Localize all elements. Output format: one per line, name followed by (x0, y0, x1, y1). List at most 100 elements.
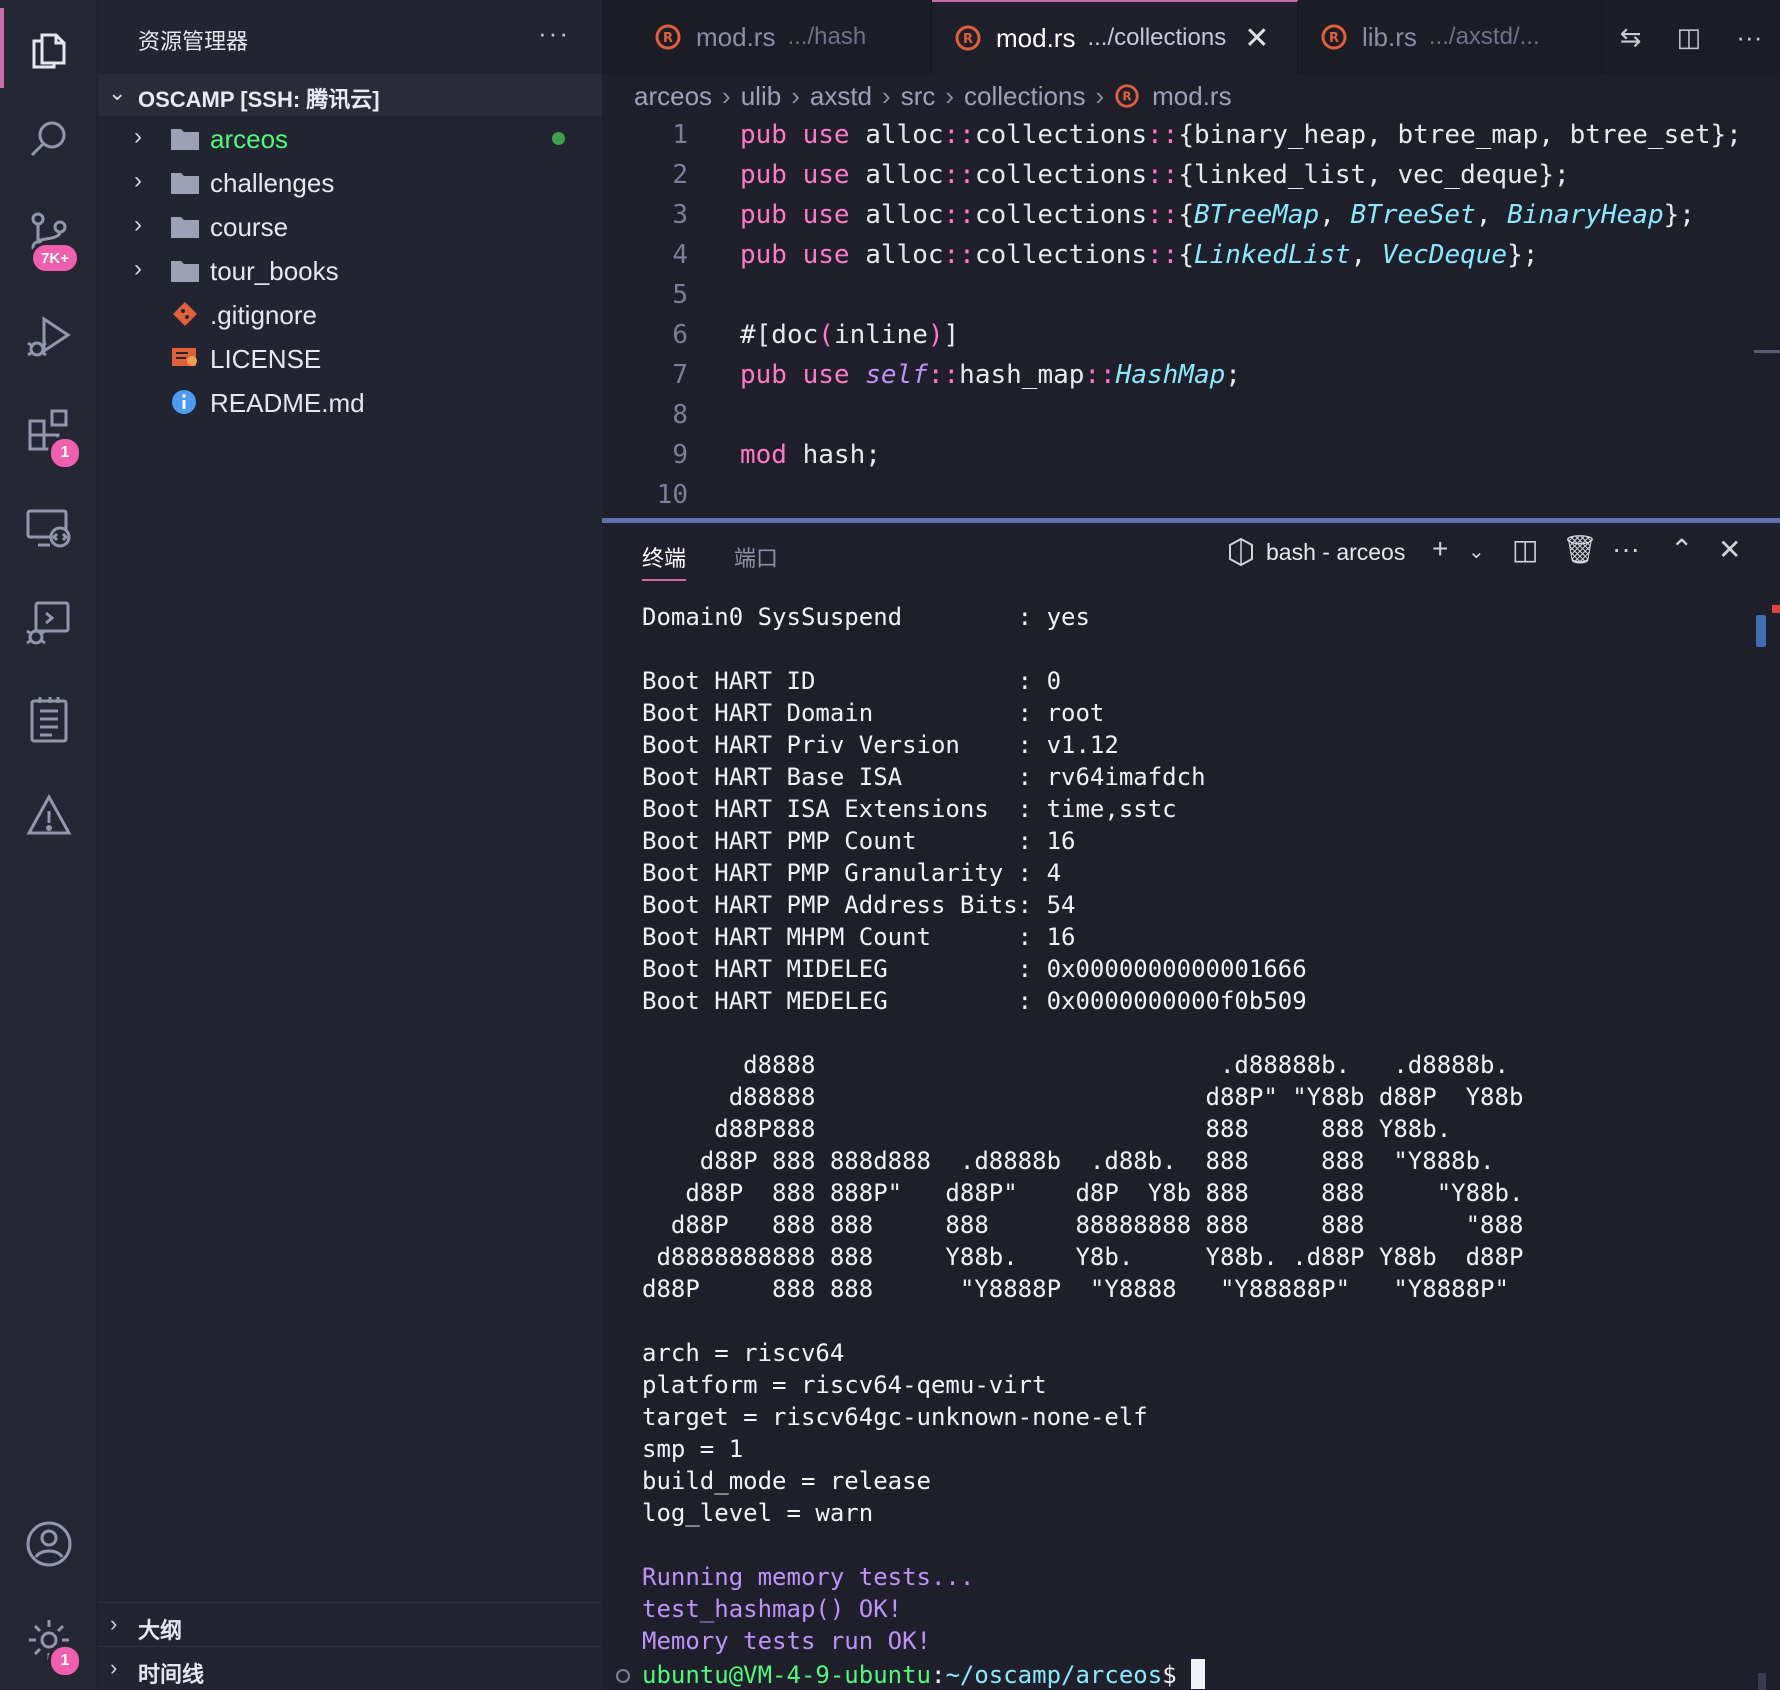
terminal-line: Boot HART PMP Granularity : 4 (642, 859, 1062, 887)
workspace-root[interactable]: ⌄ OSCAMP [SSH: 腾讯云] (98, 74, 602, 116)
editor-area: R mod.rs .../hash R mod.rs .../collectio… (602, 0, 1780, 520)
info-icon (172, 390, 196, 414)
trash-icon[interactable]: 🗑 (1562, 533, 1598, 566)
extensions-button[interactable]: 1 (0, 392, 98, 472)
terminal-prompt[interactable]: ubuntu@VM-4-9-ubuntu:~/oscamp/arceos$ (642, 1659, 1206, 1690)
chevron-right-icon: › (791, 80, 800, 111)
tab-path: .../hash (787, 23, 867, 50)
tree-item-readme[interactable]: README.md (98, 380, 602, 424)
remote-explorer-button[interactable] (0, 488, 98, 568)
breadcrumb-item[interactable]: mod.rs (1152, 81, 1231, 112)
problems-button[interactable] (0, 776, 98, 856)
editor-actions: ⇆ ◫ ··· (1602, 0, 1780, 74)
sidebar-header: 资源管理器 ··· (98, 0, 602, 74)
tab-mod-rs-collections[interactable]: R mod.rs .../collections ✕ (932, 0, 1298, 74)
explorer-sidebar: 资源管理器 ··· ⌄ OSCAMP [SSH: 腾讯云] › arceos ›… (98, 0, 602, 1690)
tree-item-label: tour_books (210, 256, 339, 286)
split-terminal-icon[interactable]: ◫ (1512, 533, 1538, 566)
settings-button[interactable]: 1 (0, 1600, 98, 1680)
tree-item-label: LICENSE (210, 344, 322, 374)
close-panel-icon[interactable]: ✕ (1718, 533, 1741, 566)
tab-path: .../collections (1087, 24, 1227, 51)
code-line: 7 pub use self::hash_map::HashMap; (602, 356, 1780, 396)
terminal-status-icon (616, 1669, 630, 1683)
extensions-badge: 1 (48, 436, 82, 470)
breadcrumb-item[interactable]: axstd (810, 81, 872, 112)
code-text: pub use alloc::collections::{LinkedList,… (740, 240, 1539, 270)
terminal-line: d88P 888 888 "Y8888P "Y8888 "Y88888P" "Y… (642, 1275, 1509, 1303)
tree-item-label: challenges (210, 168, 335, 198)
account-button[interactable] (0, 1504, 98, 1584)
tree-item-tour-books[interactable]: › tour_books (98, 248, 602, 292)
line-number: 4 (672, 240, 688, 270)
terminal-line: d88P888 888 888 Y88b. (642, 1115, 1452, 1143)
tree-item-course[interactable]: › course (98, 204, 602, 248)
run-debug-button[interactable] (0, 296, 98, 376)
tree-item-challenges[interactable]: › challenges (98, 160, 602, 204)
more-actions-icon[interactable]: ··· (1736, 22, 1762, 53)
terminal-cursor (1191, 1659, 1206, 1689)
terminal-line: Boot HART ID : 0 (642, 667, 1062, 695)
tree-item-gitignore[interactable]: .gitignore (98, 292, 602, 336)
panel-tabs: 终端 端口 bash - arceos + ⌄ ◫ 🗑 ··· ⌃ ✕ (602, 523, 1780, 583)
minimap-marker (1754, 350, 1780, 353)
code-text: pub use alloc::collections::{binary_heap… (740, 120, 1742, 150)
terminal-scrollbar[interactable] (1756, 615, 1766, 647)
more-actions-icon[interactable]: ··· (1612, 533, 1640, 565)
code-text: #[doc(inline)] (740, 320, 960, 350)
outline-section[interactable]: › 大纲 (98, 1602, 602, 1646)
timeline-section[interactable]: › 时间线 (98, 1646, 602, 1690)
chevron-down-icon: ⌄ (108, 80, 127, 105)
search-button[interactable] (0, 100, 98, 180)
git-icon (173, 302, 197, 326)
breadcrumb-item[interactable]: src (901, 81, 936, 112)
code-text: pub use alloc::collections::{linked_list… (740, 160, 1570, 190)
breadcrumb-item[interactable]: ulib (741, 81, 781, 112)
terminal-line: d8888888888 888 Y88b. Y8b. Y88b. .d88P Y… (642, 1243, 1524, 1271)
breadcrumb-item[interactable]: arceos (634, 81, 712, 112)
prompt-separator: : (930, 1661, 946, 1689)
code-text: mod hash; (740, 440, 881, 470)
account-icon (26, 1521, 72, 1567)
debug-console-button[interactable] (0, 584, 98, 664)
outline-label: 大纲 (138, 1618, 183, 1643)
terminal-line: platform = riscv64-qemu-virt (642, 1371, 1047, 1399)
explorer-button[interactable] (0, 8, 98, 88)
tab-mod-rs-hash[interactable]: R mod.rs .../hash (632, 0, 932, 74)
svg-text:R: R (1329, 31, 1339, 46)
folder-icon (171, 173, 199, 194)
tab-terminal[interactable]: 终端 (642, 541, 687, 581)
source-control-button[interactable]: 7K+ (0, 192, 98, 274)
terminal-line: Domain0 SysSuspend : yes (642, 603, 1090, 631)
notebook-button[interactable] (0, 680, 98, 760)
code-line: 10 (602, 476, 1780, 516)
line-number: 8 (672, 400, 688, 430)
terminal-line: d88P 888 888 888 88888888 888 888 "888 (642, 1211, 1524, 1239)
tree-item-arceos[interactable]: › arceos (98, 116, 602, 160)
new-terminal-icon[interactable]: + (1432, 533, 1448, 565)
terminal-selector[interactable]: bash - arceos (1226, 537, 1405, 567)
files-icon (32, 33, 66, 69)
tree-item-license[interactable]: LICENSE (98, 336, 602, 380)
scroll-marker (1772, 605, 1780, 613)
terminal-line: d88888 d88P" "Y88b d88P Y88b (642, 1083, 1524, 1111)
close-icon[interactable]: ✕ (1244, 21, 1269, 56)
activity-bar: 7K+ 1 1 (0, 0, 98, 1690)
code-text: pub use alloc::collections::{BTreeMap, B… (740, 200, 1695, 230)
sidebar-more-button[interactable]: ··· (538, 18, 570, 49)
breadcrumb-item[interactable]: collections (964, 81, 1085, 112)
notebook-icon (30, 697, 68, 743)
test-output-line: test_hashmap() OK! (642, 1595, 903, 1623)
compare-changes-icon[interactable]: ⇆ (1620, 22, 1642, 53)
tab-lib-rs[interactable]: R lib.rs .../axstd/... (1298, 0, 1602, 74)
tree-item-label: .gitignore (210, 300, 317, 330)
chevron-down-icon[interactable]: ⌄ (1468, 539, 1485, 564)
sidebar-title: 资源管理器 (138, 29, 249, 54)
tab-filename: mod.rs (996, 22, 1076, 53)
warning-icon (26, 793, 72, 835)
tab-ports[interactable]: 端口 (734, 541, 778, 573)
terminal-line: Boot HART Domain : root (642, 699, 1105, 727)
svg-text:R: R (1122, 90, 1132, 104)
maximize-panel-icon[interactable]: ⌃ (1670, 533, 1693, 566)
split-editor-icon[interactable]: ◫ (1677, 22, 1702, 53)
